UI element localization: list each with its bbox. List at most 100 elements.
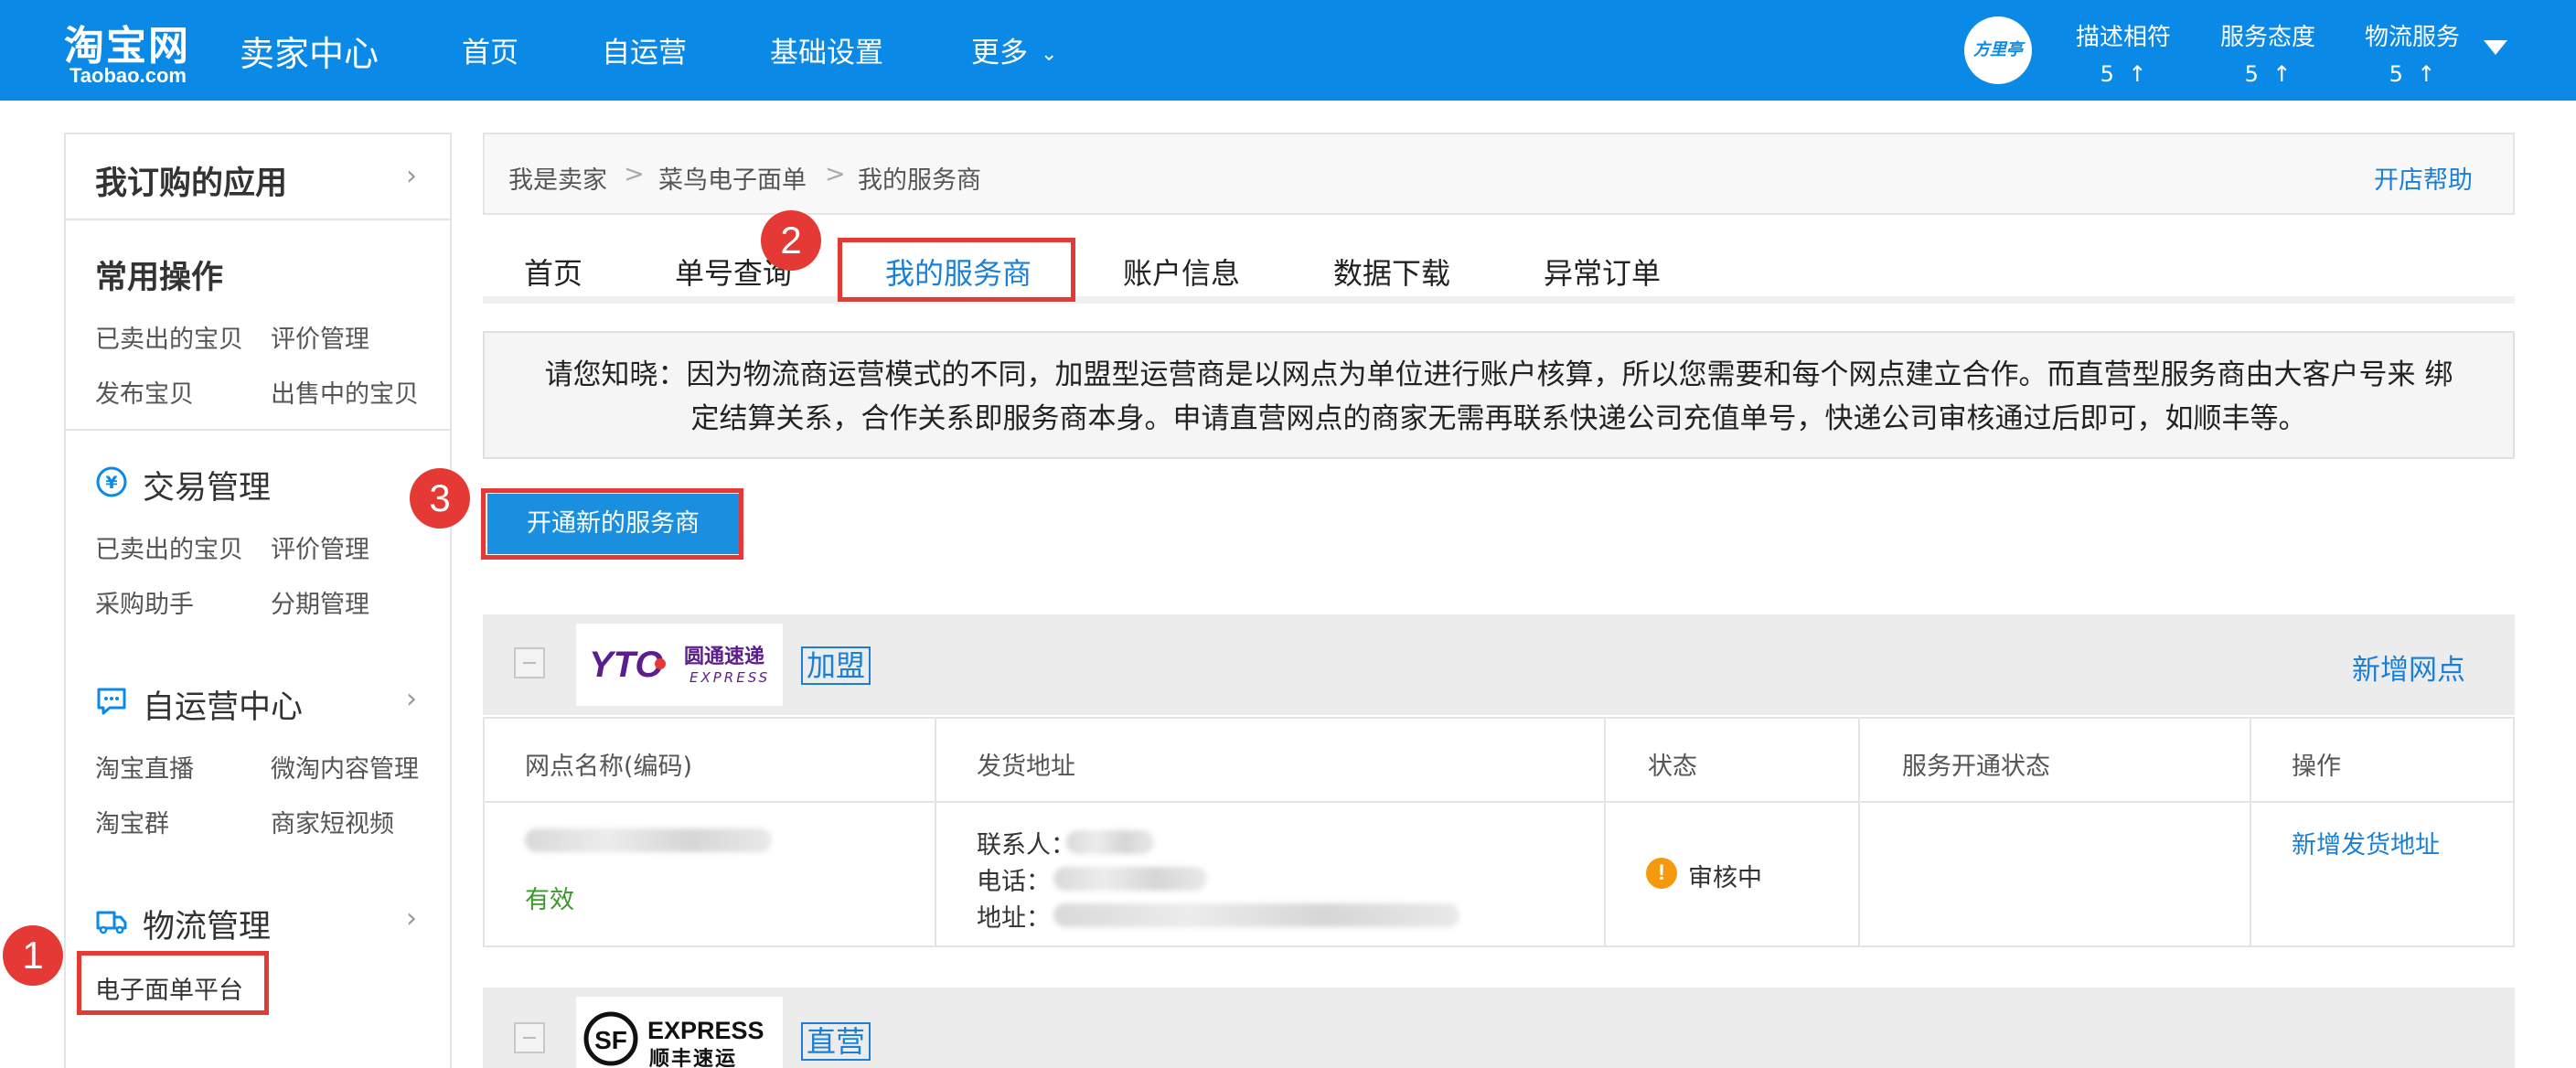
- contact-label: 联系人：: [977, 831, 1075, 860]
- site-validity: 有效: [525, 886, 574, 914]
- sidebar-link-sold-items[interactable]: 已卖出的宝贝: [95, 529, 243, 565]
- yto-logo: YTO 圆通速递 EXPRESS: [576, 624, 783, 706]
- sidebar-link-on-sale[interactable]: 出售中的宝贝: [271, 374, 419, 410]
- table-header: 网点名称(编码) 发货地址 状态 服务开通状态 操作: [485, 719, 2513, 803]
- tab-bar-underline: [483, 296, 2515, 304]
- sf-logo-en: EXPRESS: [647, 1017, 764, 1044]
- divider: [66, 429, 450, 431]
- yto-logo-cn: 圆通速递: [684, 646, 765, 668]
- sidebar-link-installments[interactable]: 分期管理: [271, 584, 369, 620]
- sidebar-link-groups[interactable]: 淘宝群: [95, 804, 169, 839]
- nav-home[interactable]: 首页: [462, 29, 518, 70]
- direct-tag: 直营: [801, 1022, 871, 1061]
- score-value: 5 ↑: [2244, 61, 2292, 87]
- score-logistics: 物流服务 5 ↑: [2348, 18, 2476, 87]
- breadcrumb-separator: >: [624, 160, 645, 188]
- sidebar-link-reviews[interactable]: 评价管理: [271, 319, 369, 355]
- trade-management-title[interactable]: 交易管理: [143, 462, 271, 508]
- my-apps-title[interactable]: 我订购的应用: [95, 157, 287, 204]
- sidebar-link-live[interactable]: 淘宝直播: [95, 749, 194, 785]
- chat-icon: [97, 688, 126, 715]
- breadcrumb-current: 我的服务商: [858, 166, 981, 195]
- column-divider: [935, 719, 936, 945]
- score-label: 描述相符: [2075, 24, 2171, 51]
- sidebar-link-procurement[interactable]: 采购助手: [95, 584, 194, 620]
- phone-label: 电话：: [977, 868, 1051, 896]
- breadcrumb-item[interactable]: 菜鸟电子面单: [658, 160, 807, 196]
- yto-logo-en: EXPRESS: [689, 669, 771, 686]
- notice-line: 请您知晓：因为物流商运营模式的不同，加盟型运营商是以网点为单位进行账户核算，所以…: [544, 358, 2453, 391]
- nav-self-operation[interactable]: 自运营: [602, 29, 687, 70]
- breadcrumb-item[interactable]: 我是卖家: [508, 160, 607, 196]
- taobao-logo[interactable]: 淘宝网 Taobao.com: [64, 13, 219, 88]
- contact-redacted: [1066, 830, 1154, 854]
- score-value: 5 ↑: [2389, 61, 2436, 87]
- breadcrumb-separator: >: [825, 160, 846, 188]
- svg-text:YTO: YTO: [589, 645, 664, 685]
- warning-icon: !: [1646, 858, 1677, 889]
- sf-logo: SF EXPRESS 顺丰速运: [576, 997, 783, 1068]
- column-divider: [1858, 719, 1860, 945]
- nav-more[interactable]: 更多 ⌄: [971, 29, 1057, 70]
- sidebar-link-reviews[interactable]: 评价管理: [271, 529, 369, 565]
- top-bar: 淘宝网 Taobao.com 卖家中心 首页 自运营 基础设置 更多 ⌄ 方里亭 …: [0, 0, 2576, 101]
- column-header: 状态: [1648, 753, 1697, 781]
- divider: [66, 219, 450, 220]
- common-ops-title: 常用操作: [95, 260, 224, 296]
- logo-english: Taobao.com: [69, 64, 187, 87]
- score-label: 服务态度: [2219, 24, 2315, 51]
- account-dropdown-icon[interactable]: [2484, 40, 2507, 55]
- review-status: 审核中: [1688, 864, 1762, 892]
- score-description: 描述相符 5 ↑: [2059, 18, 2187, 87]
- logo-text: 淘宝网: [64, 23, 190, 69]
- provider-card-header: [483, 614, 2515, 715]
- site-name-redacted: [525, 828, 772, 852]
- avatar[interactable]: 方里亭: [1964, 16, 2032, 84]
- column-header: 网点名称(编码): [525, 753, 693, 781]
- collapse-checkbox[interactable]: [514, 1022, 545, 1053]
- tab-account-info[interactable]: 账户信息: [1123, 251, 1240, 293]
- chevron-right-icon[interactable]: ›: [406, 160, 417, 192]
- nav-more-label: 更多: [971, 37, 1028, 69]
- annotation-box-1: [77, 951, 269, 1015]
- truck-icon: [96, 911, 127, 934]
- provider-table: 网点名称(编码) 发货地址 状态 服务开通状态 操作 有效 联系人： 电话： 地…: [483, 717, 2515, 947]
- franchise-tag: 加盟: [801, 646, 871, 685]
- sidebar-link-weitao[interactable]: 微淘内容管理: [271, 749, 419, 785]
- yen-icon: ¥: [96, 466, 127, 497]
- address-redacted: [1053, 903, 1459, 927]
- sidebar-link-sold-items[interactable]: 已卖出的宝贝: [95, 319, 243, 355]
- provider-card-header: [483, 988, 2515, 1068]
- svg-text:¥: ¥: [105, 473, 117, 493]
- chevron-right-icon[interactable]: ›: [406, 683, 417, 715]
- column-divider: [1604, 719, 1606, 945]
- nav-basic-settings[interactable]: 基础设置: [770, 29, 883, 70]
- column-divider: [2250, 719, 2251, 945]
- annotation-box-2: [838, 238, 1075, 302]
- score-label: 物流服务: [2364, 24, 2460, 51]
- notice-box: 请您知晓：因为物流商运营模式的不同，加盟型运营商是以网点为单位进行账户核算，所以…: [483, 331, 2515, 459]
- arrow-up-icon: ↑: [2417, 61, 2436, 87]
- self-ops-center-title[interactable]: 自运营中心: [143, 681, 303, 728]
- tab-exception-orders[interactable]: 异常订单: [1544, 251, 1661, 293]
- help-link[interactable]: 开店帮助: [2374, 160, 2473, 196]
- add-shipping-address-link[interactable]: 新增发货地址: [2292, 825, 2440, 860]
- tab-home[interactable]: 首页: [524, 251, 583, 293]
- arrow-up-icon: ↑: [2128, 61, 2147, 87]
- tab-data-download[interactable]: 数据下载: [1333, 251, 1450, 293]
- sidebar: 我订购的应用 › 常用操作 已卖出的宝贝 评价管理 发布宝贝 出售中的宝贝 ¥ …: [64, 133, 452, 1068]
- sidebar-link-short-video[interactable]: 商家短视频: [271, 804, 394, 839]
- sidebar-link-publish[interactable]: 发布宝贝: [95, 374, 194, 410]
- svg-text:SF: SF: [594, 1026, 627, 1054]
- seller-center-title[interactable]: 卖家中心: [240, 26, 379, 76]
- score-value: 5 ↑: [2100, 61, 2147, 87]
- collapse-checkbox[interactable]: [514, 647, 545, 678]
- arrow-up-icon: ↑: [2272, 61, 2292, 87]
- logistics-management-title[interactable]: 物流管理: [143, 901, 271, 947]
- add-site-link[interactable]: 新增网点: [2352, 646, 2465, 688]
- chevron-down-icon: ⌄: [1041, 43, 1058, 66]
- annotation-badge-1: 1: [3, 925, 63, 986]
- notice-line: 定结算关系，合作关系即服务商本身。申请直营网点的商家无需再联系快递公司充值单号，…: [690, 402, 2307, 435]
- breadcrumb: 我是卖家 > 菜鸟电子面单 > 我的服务商 开店帮助: [483, 133, 2515, 215]
- chevron-right-icon[interactable]: ›: [406, 902, 417, 934]
